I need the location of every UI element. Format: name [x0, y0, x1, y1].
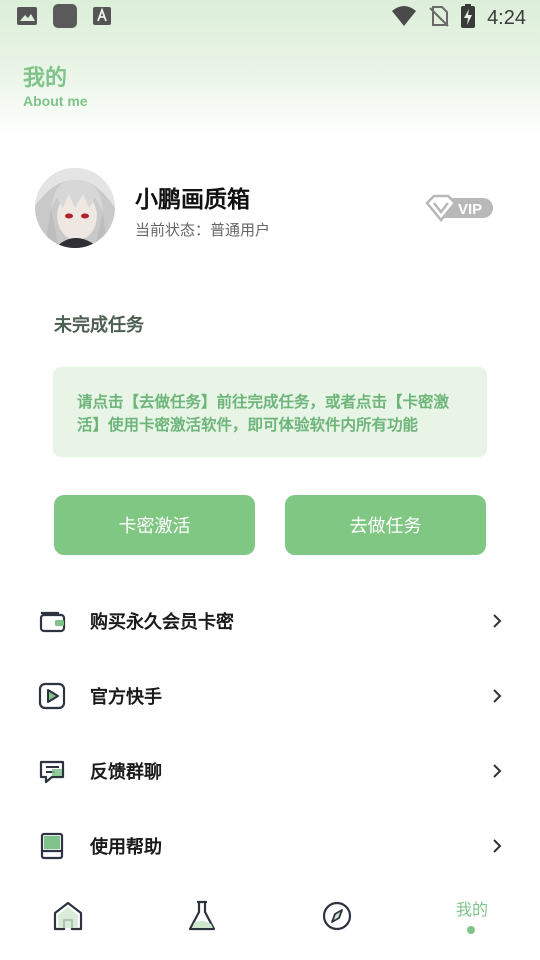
chevron-right-icon	[490, 687, 504, 705]
menu-item-buy-vip[interactable]: 购买永久会员卡密	[0, 591, 540, 651]
flask-icon[interactable]	[184, 898, 220, 934]
compass-icon[interactable]	[319, 898, 355, 934]
vip-badge-text: VIP	[458, 201, 482, 218]
tasks-section-title: 未完成任务	[54, 315, 144, 336]
wallet-icon	[38, 607, 66, 635]
chevron-right-icon	[490, 762, 504, 780]
menu-item-label: 购买永久会员卡密	[90, 612, 234, 633]
active-indicator-dot	[467, 926, 475, 934]
app-square-icon	[52, 3, 78, 33]
video-play-icon	[38, 682, 66, 710]
task-notice-text: 请点击【去做任务】前往完成任务，或者点击【卡密激活】使用卡密激活软件，即可体验软…	[77, 393, 450, 434]
status-bar: 4:24	[0, 0, 540, 36]
battery-charging-icon	[461, 4, 476, 32]
chevron-right-icon	[490, 837, 504, 855]
avatar[interactable]	[35, 168, 115, 248]
page-title: 我的	[23, 66, 68, 91]
menu-item-help[interactable]: 使用帮助	[0, 816, 540, 876]
wifi-icon	[391, 5, 417, 31]
book-icon	[38, 832, 66, 860]
font-a-icon	[92, 6, 112, 30]
activate-card-button[interactable]: 卡密激活	[54, 495, 255, 555]
username: 小鹏画质箱	[135, 187, 250, 213]
bottom-nav: 我的	[0, 880, 540, 960]
nav-mine[interactable]: 我的	[445, 896, 499, 920]
menu-item-feedback-group[interactable]: 反馈群聊	[0, 741, 540, 801]
page-subtitle: About me	[23, 93, 88, 109]
menu-item-label: 反馈群聊	[90, 762, 162, 783]
menu-item-official-kuaishou[interactable]: 官方快手	[0, 666, 540, 726]
chevron-right-icon	[490, 612, 504, 630]
chat-icon	[38, 757, 66, 785]
home-icon[interactable]	[50, 898, 86, 934]
do-task-button[interactable]: 去做任务	[285, 495, 486, 555]
vip-badge: VIP	[425, 194, 495, 222]
image-icon	[16, 5, 38, 31]
user-status: 当前状态：普通用户	[135, 221, 271, 239]
menu-item-label: 官方快手	[90, 687, 162, 708]
menu-item-label: 使用帮助	[90, 837, 162, 858]
task-notice: 请点击【去做任务】前往完成任务，或者点击【卡密激活】使用卡密激活软件，即可体验软…	[53, 367, 487, 457]
status-time: 4:24	[487, 6, 526, 29]
no-sim-icon	[429, 5, 449, 31]
